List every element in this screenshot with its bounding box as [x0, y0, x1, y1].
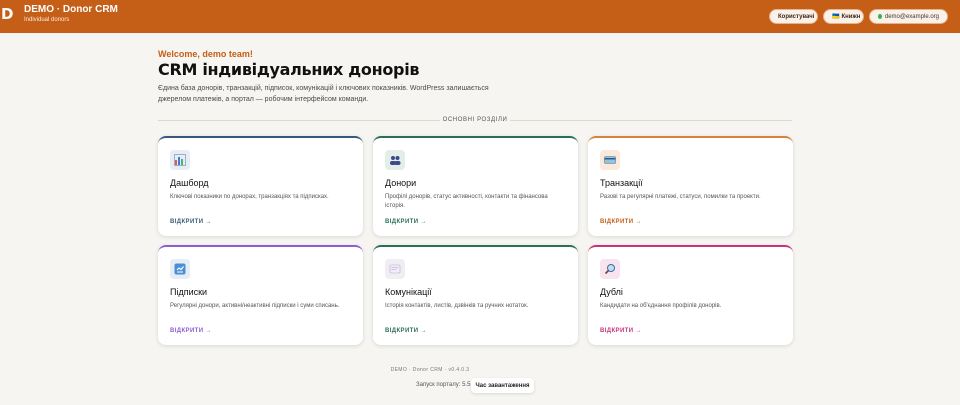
magnifier-icon: [600, 259, 620, 279]
top-header: D DEMO · Donor CRM Individual donors Кор…: [0, 0, 960, 33]
card-subscriptions[interactable]: Підписки Регулярні донори, активні/неакт…: [158, 245, 363, 345]
message-icon: [385, 259, 405, 279]
open-link[interactable]: ВІДКРИТИ →: [600, 328, 642, 334]
footer-version: DEMO · Donor CRM · v0.4.0.3: [390, 367, 470, 373]
card-dashboard[interactable]: Дашборд Ключові показники по донорах, тр…: [158, 136, 363, 236]
flag-icon: 🇺🇦: [832, 14, 840, 20]
card-duplicates[interactable]: Дублі Кандидати на об'єднання профілів д…: [588, 245, 793, 345]
card-donors[interactable]: Донори Профілі донорів, статус активност…: [373, 136, 578, 236]
open-link[interactable]: ВІДКРИТИ →: [170, 219, 212, 225]
card-communications[interactable]: Комунікації Історія контактів, листів, д…: [373, 245, 578, 345]
open-link[interactable]: ВІДКРИТИ →: [385, 219, 427, 225]
page-title: CRM індивідуальних донорів: [158, 60, 420, 79]
footer-load-time: Запуск порталу: 5.5 с: [416, 382, 476, 388]
card-title: Дублі: [600, 287, 623, 297]
card-description: Регулярні донори, активні/неактивні підп…: [170, 303, 340, 309]
card-description: Профілі донорів, статус активності, конт…: [385, 194, 548, 209]
users-button[interactable]: Користувачі: [769, 9, 818, 24]
open-link[interactable]: ВІДКРИТИ →: [600, 219, 642, 225]
card-description: Разові та регулярні платежі, статуси, по…: [600, 194, 761, 200]
subscription-icon: [170, 259, 190, 279]
page-description: Єдина база донорів, транзакцій, підписок…: [158, 85, 489, 103]
card-title: Комунікації: [385, 287, 432, 297]
section-divider-right: [510, 120, 792, 121]
user-email: demo@example.org: [884, 13, 939, 20]
load-time-button-label: Час завантаження: [475, 382, 530, 389]
card-title: Дашборд: [170, 178, 209, 188]
load-time-button[interactable]: Час завантаження: [471, 378, 534, 393]
chart-icon: [170, 150, 190, 170]
card-transactions[interactable]: Транзакції Разові та регулярні платежі, …: [588, 136, 793, 236]
app-logo[interactable]: D: [1, 5, 13, 23]
app-title: DEMO · Donor CRM: [24, 4, 118, 15]
language-button-label: Книжн: [841, 13, 861, 20]
people-icon: [385, 150, 405, 170]
card-icon: [600, 150, 620, 170]
card-title: Донори: [385, 178, 417, 188]
user-menu-button[interactable]: demo@example.org: [869, 9, 948, 24]
card-description: Кандидати на об'єднання профілів донорів…: [600, 303, 722, 309]
card-description: Ключові показники по донорах, транзакція…: [170, 194, 329, 200]
online-status-icon: [878, 14, 882, 19]
language-button[interactable]: 🇺🇦 Книжн: [823, 9, 864, 24]
card-title: Транзакції: [600, 178, 643, 188]
card-description: Історія контактів, листів, дзвінків та р…: [385, 303, 529, 309]
welcome-text: Welcome, demo team!: [158, 49, 253, 59]
card-title: Підписки: [170, 287, 208, 297]
open-link[interactable]: ВІДКРИТИ →: [385, 328, 427, 334]
users-button-label: Користувачі: [778, 13, 815, 20]
app-subtitle: Individual donors: [24, 17, 70, 23]
open-link[interactable]: ВІДКРИТИ →: [170, 328, 212, 334]
